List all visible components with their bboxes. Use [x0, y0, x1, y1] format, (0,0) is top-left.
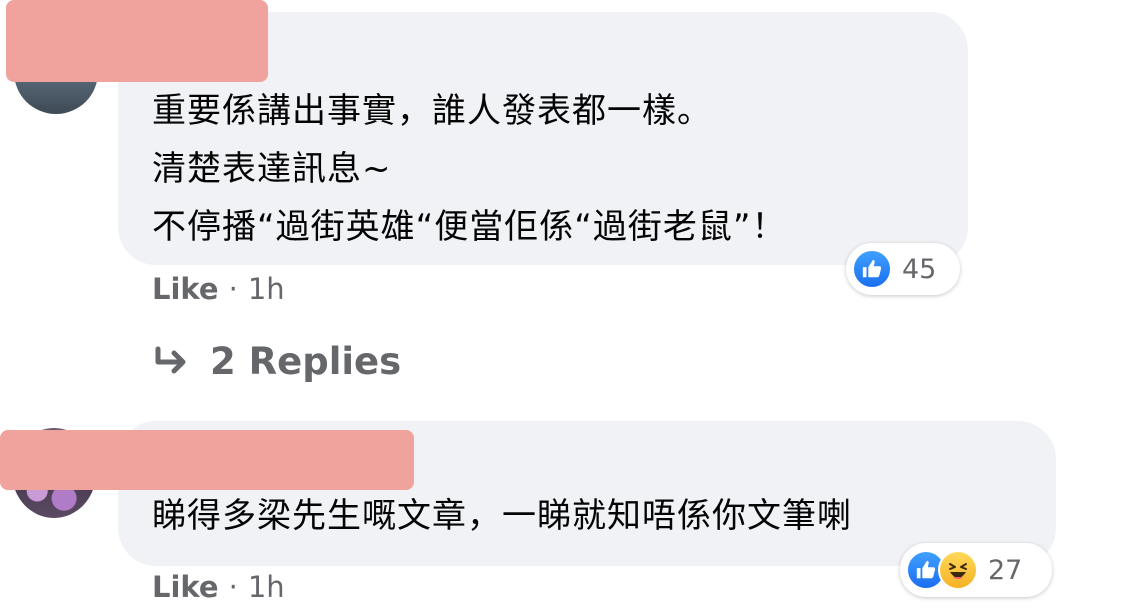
comment-timestamp[interactable]: 1h — [248, 570, 285, 604]
comment-actions: Like · 1h — [152, 272, 285, 306]
reaction-count: 45 — [902, 253, 937, 285]
reaction-count: 27 — [988, 554, 1023, 586]
like-button[interactable]: Like — [152, 272, 219, 306]
comment-text: 重要係講出事實，誰人發表都一樣。 清楚表達訊息~ 不停播“過街英雄“便當佢係“過… — [152, 91, 787, 247]
reaction-summary[interactable]: 27 — [900, 543, 1052, 597]
redacted-author-name — [0, 430, 414, 490]
reaction-summary[interactable]: 45 — [846, 243, 960, 295]
haha-icon — [938, 550, 978, 590]
like-button[interactable]: Like — [152, 570, 219, 604]
reply-arrow-icon — [152, 346, 192, 378]
comment-thread: 重要係講出事實，誰人發表都一樣。 清楚表達訊息~ 不停播“過街英雄“便當佢係“過… — [0, 0, 1144, 614]
comment-text: 睇得多梁先生嘅文章，一睇就知唔係你文筆喇 — [152, 496, 852, 536]
separator-dot: · — [228, 272, 238, 306]
comment-actions: Like · 1h — [152, 570, 285, 604]
view-replies-link[interactable]: 2 Replies — [152, 340, 401, 383]
comment-timestamp[interactable]: 1h — [248, 272, 285, 306]
like-icon — [852, 249, 892, 289]
separator-dot: · — [228, 570, 238, 604]
redacted-author-name — [6, 0, 268, 82]
replies-label: 2 Replies — [210, 340, 402, 383]
